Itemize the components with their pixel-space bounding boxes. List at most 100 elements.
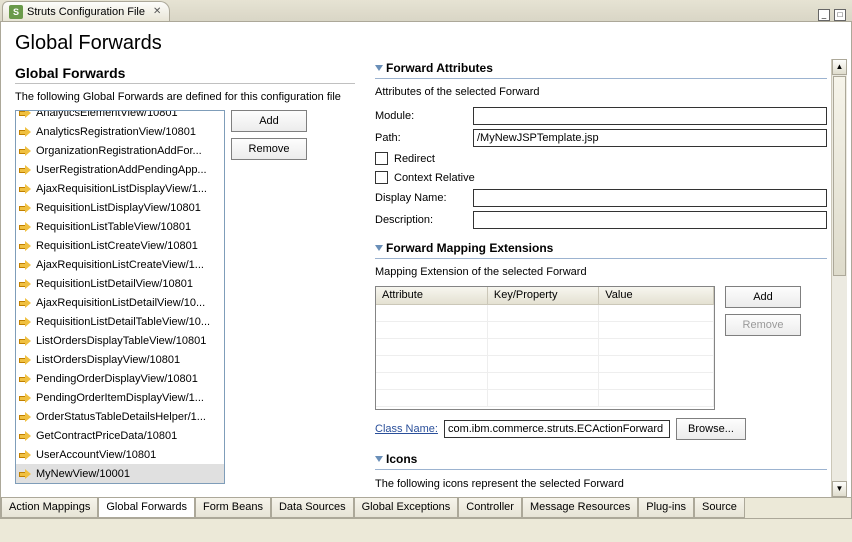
forward-arrow-icon: [19, 450, 32, 460]
right-scroll-area[interactable]: Forward Attributes Attributes of the sel…: [375, 59, 831, 497]
forward-list-item[interactable]: UserAccountView/10801: [16, 445, 224, 464]
forward-list-item[interactable]: RequisitionListDisplayView/10801: [16, 198, 224, 217]
forward-list-item[interactable]: RequisitionListCreateView/10801: [16, 236, 224, 255]
icons-subtitle: The following icons represent the select…: [375, 476, 827, 494]
mapping-table[interactable]: Attribute Key/Property Value: [375, 286, 715, 410]
forward-list-label: AnalyticsElementView/10801: [36, 110, 178, 119]
vertical-scrollbar[interactable]: ▲ ▼: [831, 59, 847, 497]
forward-list-label: MyNewView/10001: [36, 468, 130, 480]
icons-header[interactable]: Icons: [375, 450, 827, 469]
forward-list-item[interactable]: AnalyticsElementView/10801: [16, 110, 224, 122]
forward-list-item[interactable]: AjaxRequisitionListDetailView/10...: [16, 293, 224, 312]
forward-list-label: OrganizationRegistrationAddFor...: [36, 145, 202, 157]
forward-list-label: UserRegistrationAddPendingApp...: [36, 164, 207, 176]
col-value[interactable]: Value: [599, 287, 714, 305]
bottom-tab[interactable]: Data Sources: [271, 498, 354, 518]
forward-list-label: GetContractPriceData/10801: [36, 430, 177, 442]
attr-subtitle: Attributes of the selected Forward: [375, 85, 827, 105]
forward-arrow-icon: [19, 298, 32, 308]
forward-list-label: AjaxRequisitionListDisplayView/1...: [36, 183, 207, 195]
forward-list-item[interactable]: AjaxRequisitionListDisplayView/1...: [16, 179, 224, 198]
forward-list-label: RequisitionListTableView/10801: [36, 221, 191, 233]
forward-list-item[interactable]: MyNewView/10001: [16, 464, 224, 483]
col-key[interactable]: Key/Property: [487, 287, 598, 305]
forward-arrow-icon: [19, 355, 32, 365]
remove-mapping-button[interactable]: Remove: [725, 314, 801, 336]
minimize-icon[interactable]: _: [818, 9, 830, 21]
table-row[interactable]: [376, 305, 714, 322]
context-relative-checkbox[interactable]: [375, 171, 388, 184]
redirect-checkbox[interactable]: [375, 152, 388, 165]
class-name-link[interactable]: Class Name:: [375, 423, 438, 435]
forward-list-item[interactable]: RequisitionListDetailTableView/10...: [16, 312, 224, 331]
mapping-subtitle: Mapping Extension of the selected Forwar…: [375, 265, 827, 285]
forward-arrow-icon: [19, 146, 32, 156]
forward-list-item[interactable]: OrderStatusTableDetailsHelper/1...: [16, 407, 224, 426]
forward-arrow-icon: [19, 393, 32, 403]
add-forward-button[interactable]: Add: [231, 110, 307, 132]
description-label: Description:: [375, 214, 465, 226]
forward-arrow-icon: [19, 431, 32, 441]
close-icon[interactable]: ✕: [153, 6, 161, 17]
table-row[interactable]: [376, 356, 714, 373]
forward-list-label: PendingOrderDisplayView/10801: [36, 373, 198, 385]
forward-list-label: OrderStatusTableDetailsHelper/1...: [36, 411, 206, 423]
module-label: Module:: [375, 110, 465, 122]
bottom-tab[interactable]: Controller: [458, 498, 522, 518]
bottom-tab[interactable]: Global Exceptions: [354, 498, 459, 518]
col-attribute[interactable]: Attribute: [376, 287, 487, 305]
forward-list-item[interactable]: RequisitionListDetailView/10801: [16, 274, 224, 293]
browse-button[interactable]: Browse...: [676, 418, 746, 440]
class-name-input[interactable]: [444, 420, 670, 438]
forwards-list[interactable]: AnalyticsElementView/10801 AnalyticsRegis…: [15, 110, 225, 484]
forward-list-item[interactable]: ListOrdersDisplayTableView/10801: [16, 331, 224, 350]
forward-list-item[interactable]: GetContractPriceData/10801: [16, 426, 224, 445]
forward-list-item[interactable]: PendingOrderItemDisplayView/1...: [16, 388, 224, 407]
maximize-icon[interactable]: □: [834, 9, 846, 21]
description-input[interactable]: [473, 211, 827, 229]
forward-list-item[interactable]: AjaxRequisitionListCreateView/1...: [16, 255, 224, 274]
display-name-label: Display Name:: [375, 192, 465, 204]
forward-attributes-header[interactable]: Forward Attributes: [375, 59, 827, 78]
left-section-title: Global Forwards: [15, 59, 355, 83]
scroll-thumb[interactable]: [833, 76, 846, 276]
forward-list-item[interactable]: ListOrdersDisplayView/10801: [16, 350, 224, 369]
forward-list-item[interactable]: OrganizationRegistrationAddFor...: [16, 141, 224, 160]
table-row[interactable]: [376, 339, 714, 356]
editor-tab-struts-config[interactable]: S Struts Configuration File ✕: [2, 1, 170, 21]
forward-arrow-icon: [19, 317, 32, 327]
redirect-checkbox-row[interactable]: Redirect: [375, 149, 827, 168]
forward-arrow-icon: [19, 469, 32, 479]
forward-list-label: UserAccountView/10801: [36, 449, 156, 461]
table-row[interactable]: [376, 373, 714, 390]
editor-tab-bar: S Struts Configuration File ✕ _ □: [0, 0, 852, 22]
forward-list-item[interactable]: UserRegistrationAddPendingApp...: [16, 160, 224, 179]
bottom-tab[interactable]: Source: [694, 498, 745, 518]
forward-list-item[interactable]: AnalyticsRegistrationView/10801: [16, 122, 224, 141]
forward-list-label: RequisitionListDetailTableView/10...: [36, 316, 210, 328]
table-row[interactable]: [376, 322, 714, 339]
remove-forward-button[interactable]: Remove: [231, 138, 307, 160]
page-title: Global Forwards: [1, 22, 851, 59]
module-input[interactable]: [473, 107, 827, 125]
forward-list-label: RequisitionListDetailView/10801: [36, 278, 193, 290]
add-mapping-button[interactable]: Add: [725, 286, 801, 308]
table-row[interactable]: [376, 390, 714, 407]
scroll-down-icon[interactable]: ▼: [832, 481, 847, 497]
path-input[interactable]: [473, 129, 827, 147]
bottom-tab[interactable]: Plug-ins: [638, 498, 694, 518]
forward-list-item[interactable]: RequisitionListTableView/10801: [16, 217, 224, 236]
mapping-extensions-header[interactable]: Forward Mapping Extensions: [375, 239, 827, 258]
bottom-tab[interactable]: Action Mappings: [1, 498, 98, 518]
bottom-tab[interactable]: Form Beans: [195, 498, 271, 518]
bottom-tab[interactable]: Global Forwards: [98, 498, 195, 518]
scroll-up-icon[interactable]: ▲: [832, 59, 847, 75]
display-name-input[interactable]: [473, 189, 827, 207]
forward-list-item[interactable]: PendingOrderDisplayView/10801: [16, 369, 224, 388]
forward-arrow-icon: [19, 222, 32, 232]
forward-list-label: PendingOrderItemDisplayView/1...: [36, 392, 204, 404]
context-relative-checkbox-row[interactable]: Context Relative: [375, 168, 827, 187]
left-section-desc: The following Global Forwards are define…: [15, 90, 355, 110]
bottom-tab[interactable]: Message Resources: [522, 498, 638, 518]
forward-arrow-icon: [19, 127, 32, 137]
